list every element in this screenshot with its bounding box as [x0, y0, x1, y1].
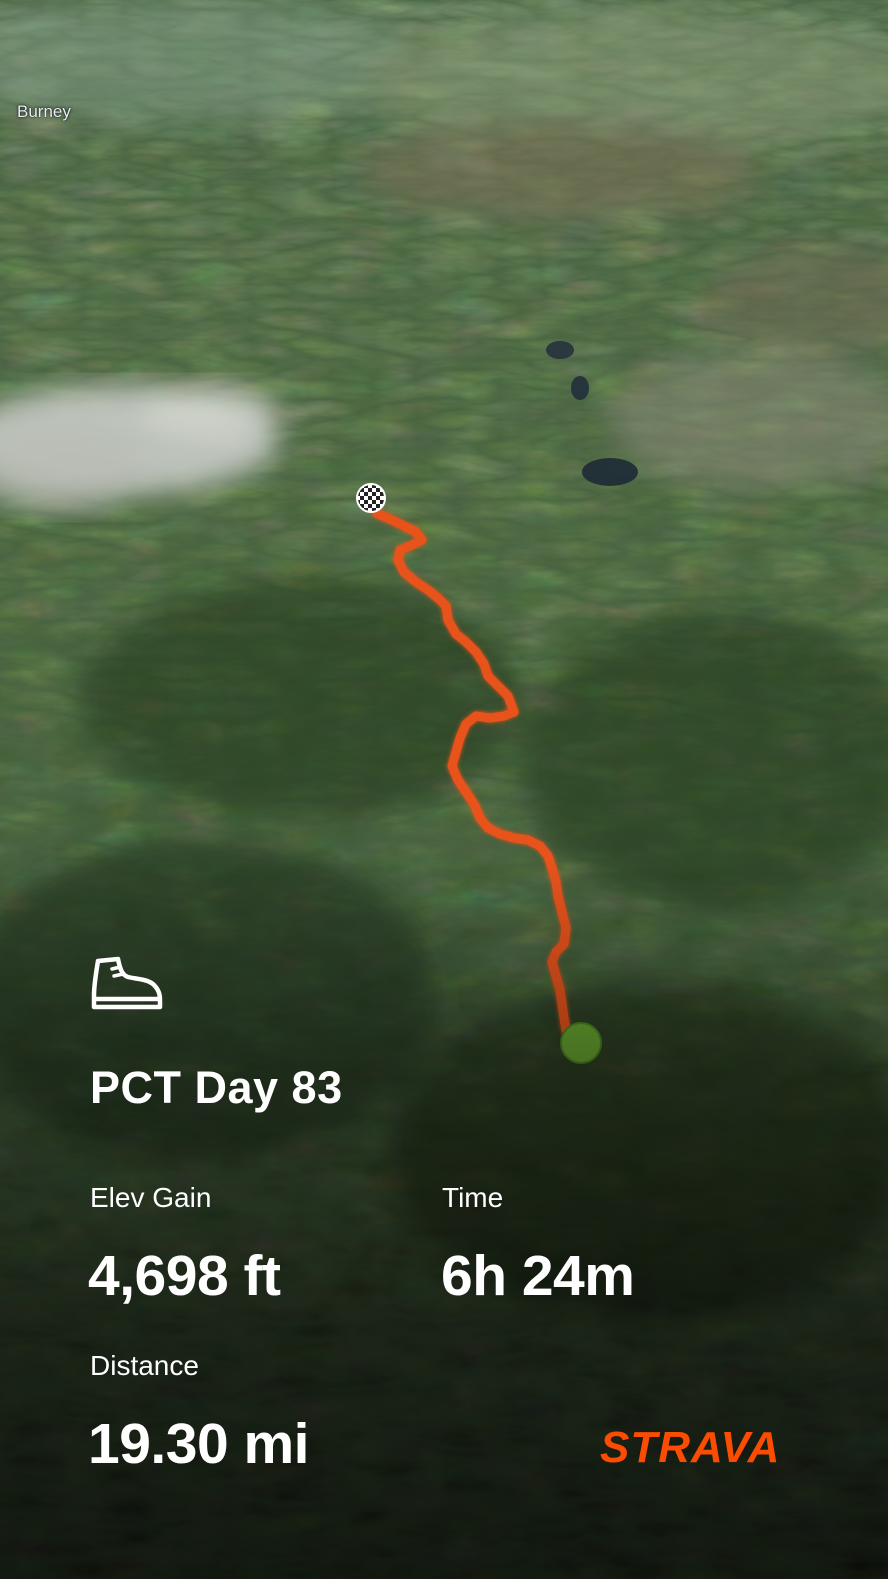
map-place-label: Burney [17, 102, 71, 121]
elev-gain-label: Elev Gain [90, 1182, 212, 1213]
distance-value: 19.30 mi [88, 1412, 310, 1476]
hiking-boot-icon [91, 956, 163, 1010]
time-value: 6h 24m [441, 1244, 635, 1308]
strava-logo: STRAVA [600, 1423, 781, 1472]
elev-gain-value: 4,698 ft [88, 1244, 281, 1308]
time-label: Time [442, 1182, 504, 1213]
finish-flag-icon [356, 483, 386, 513]
distance-label: Distance [90, 1350, 199, 1381]
activity-share-card: Burney PCT Day 83 Elev Gain 4,698 ft Tim… [0, 0, 888, 1579]
activity-title: PCT Day 83 [90, 1062, 343, 1113]
